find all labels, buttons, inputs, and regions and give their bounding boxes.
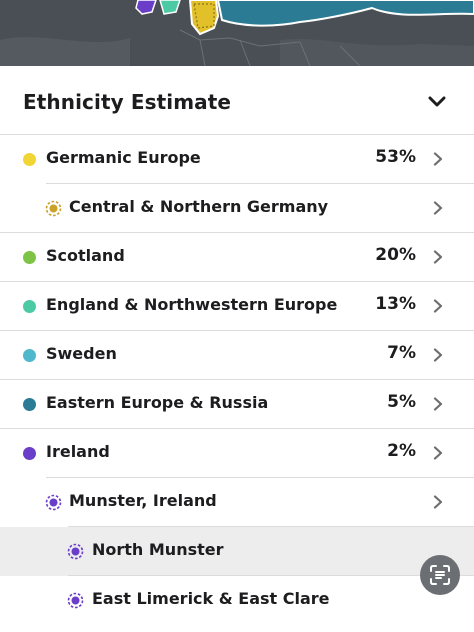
region-row[interactable]: Eastern Europe & Russia 5% [0, 380, 474, 429]
region-name: Munster, Ireland [69, 491, 217, 510]
region-percent: 53% [375, 147, 416, 167]
region-color-dot-icon [23, 251, 36, 264]
chevron-right-icon[interactable] [433, 446, 443, 460]
region-row[interactable]: Ireland 2% [0, 429, 474, 478]
region-row[interactable]: Sweden 7% [0, 331, 474, 380]
scan-text-icon [430, 565, 450, 585]
chevron-right-icon[interactable] [433, 152, 443, 166]
region-name: North Munster [92, 540, 224, 559]
region-name: Germanic Europe [46, 148, 201, 167]
region-name: Scotland [46, 246, 125, 265]
region-color-dot-icon [23, 300, 36, 313]
region-percent: 2% [387, 441, 416, 461]
region-name: Ireland [46, 442, 110, 461]
region-row[interactable]: North Munster [0, 527, 474, 576]
region-name: Central & Northern Germany [69, 197, 329, 216]
region-percent: 13% [375, 294, 416, 314]
region-color-dot-icon [23, 398, 36, 411]
region-color-dot-icon [23, 349, 36, 362]
region-percent: 5% [387, 392, 416, 412]
chevron-right-icon[interactable] [433, 201, 443, 215]
region-color-dot-icon [23, 447, 36, 460]
region-row[interactable]: Central & Northern Germany [0, 184, 474, 233]
chevron-right-icon[interactable] [433, 348, 443, 362]
section-title: Ethnicity Estimate [23, 90, 232, 114]
region-name: East Limerick & East Clare [92, 589, 330, 608]
region-row[interactable]: Scotland 20% [0, 233, 474, 282]
region-percent: 20% [375, 245, 416, 265]
region-name: Sweden [46, 344, 117, 363]
europe-map-graphic [0, 0, 474, 66]
region-row[interactable]: East Limerick & East Clare [0, 576, 474, 625]
ethnicity-map[interactable] [0, 0, 474, 66]
chevron-down-icon[interactable] [428, 96, 446, 108]
community-icon [67, 592, 84, 609]
community-icon [45, 200, 62, 217]
community-icon [67, 543, 84, 560]
region-row[interactable]: Germanic Europe 53% [0, 135, 474, 184]
community-icon [45, 494, 62, 511]
region-color-dot-icon [23, 153, 36, 166]
ethnicity-header[interactable]: Ethnicity Estimate [0, 66, 474, 135]
region-name: Eastern Europe & Russia [46, 393, 269, 412]
scan-text-button[interactable] [420, 555, 460, 595]
chevron-right-icon[interactable] [433, 250, 443, 264]
region-row[interactable]: Munster, Ireland [0, 478, 474, 527]
region-percent: 7% [387, 343, 416, 363]
chevron-right-icon[interactable] [433, 299, 443, 313]
region-row[interactable]: England & Northwestern Europe 13% [0, 282, 474, 331]
chevron-right-icon[interactable] [433, 397, 443, 411]
region-name: England & Northwestern Europe [46, 295, 338, 314]
chevron-right-icon[interactable] [433, 495, 443, 509]
